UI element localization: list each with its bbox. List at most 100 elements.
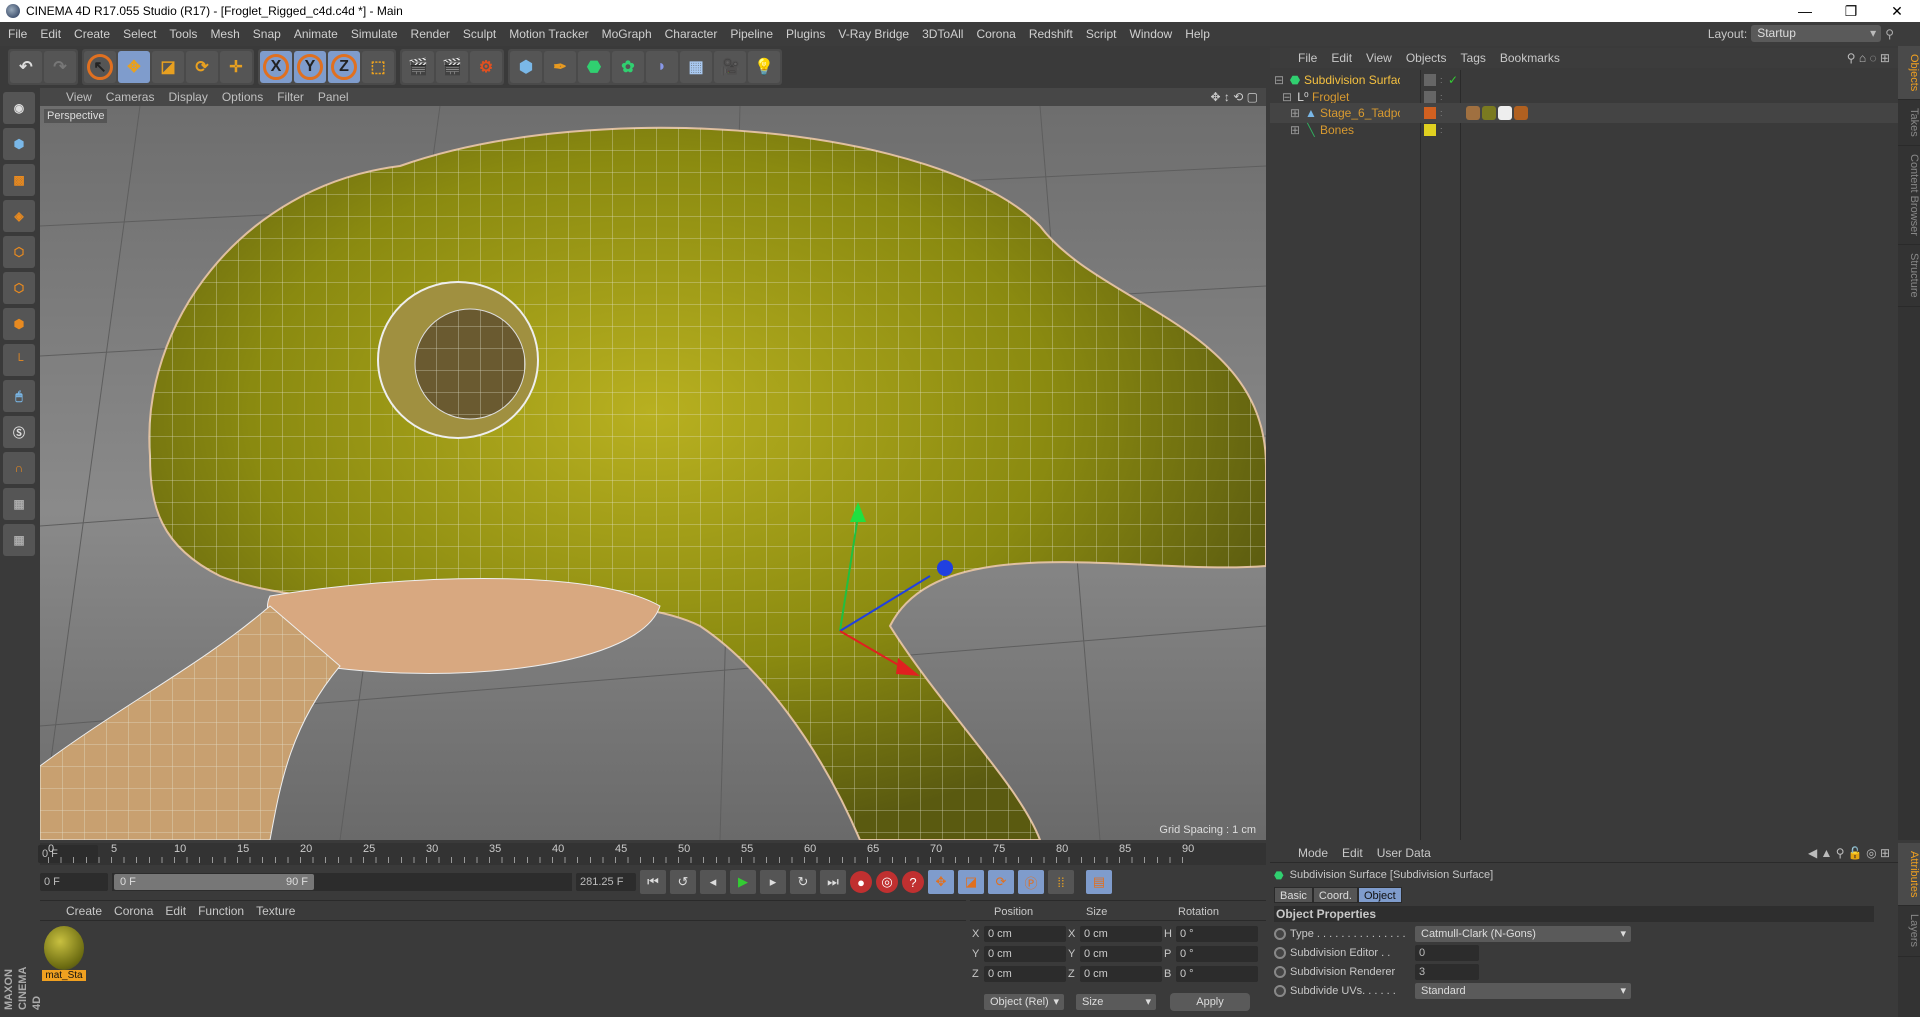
scale-tool-button[interactable]: ◪	[152, 51, 184, 83]
apply-button[interactable]: Apply	[1170, 993, 1250, 1011]
viewport-menu-view[interactable]: View	[66, 90, 92, 104]
menu-corona[interactable]: Corona	[976, 27, 1015, 41]
menu-redshift[interactable]: Redshift	[1029, 27, 1073, 41]
object-name[interactable]: Subdivision Surface	[1304, 73, 1400, 87]
menu-sculpt[interactable]: Sculpt	[463, 27, 496, 41]
keyframe-selection-button[interactable]: ?	[902, 871, 924, 893]
light-icon[interactable]: 💡	[748, 51, 780, 83]
magnet-icon[interactable]: ∩	[3, 452, 35, 484]
play-button[interactable]: ▶	[730, 870, 756, 894]
rotation-field[interactable]: 0 °	[1176, 926, 1258, 942]
tag-material-icon[interactable]	[1482, 106, 1496, 120]
menu-mesh[interactable]: Mesh	[210, 27, 239, 41]
layer-color-swatch[interactable]	[1424, 74, 1436, 86]
move-tool-button[interactable]: ✥	[118, 51, 150, 83]
axis-z-lock-button[interactable]: Z	[328, 51, 360, 83]
expand-toggle-icon[interactable]: ⊟	[1274, 73, 1286, 87]
material-menu-function[interactable]: Function	[198, 904, 244, 918]
object-name[interactable]: Stage_6_Tadpole	[1320, 106, 1400, 120]
menu-simulate[interactable]: Simulate	[351, 27, 398, 41]
menu-render[interactable]: Render	[411, 27, 450, 41]
prev-frame-button[interactable]: ◂	[700, 870, 726, 894]
object-manager-tools-icons[interactable]: ⚲ ⌂ ◌ ⊞	[1847, 51, 1890, 65]
search-icon[interactable]: ⚲	[1885, 27, 1894, 41]
menu-edit[interactable]: Edit	[40, 27, 61, 41]
key-rotation-button[interactable]: ⟳	[988, 870, 1014, 894]
side-tab-objects[interactable]: Objects	[1898, 46, 1920, 101]
animate-radio[interactable]	[1274, 928, 1286, 940]
mograph-cloner-icon[interactable]: ✿	[612, 51, 644, 83]
tag-texture-icon[interactable]	[1498, 106, 1512, 120]
rotation-field[interactable]: 0 °	[1176, 946, 1258, 962]
type-dropdown[interactable]: Catmull-Clark (N-Gons)	[1415, 926, 1631, 942]
objects-menu-objects[interactable]: Objects	[1406, 51, 1447, 65]
snap-icon[interactable]: Ⓢ	[3, 416, 35, 448]
tab-coord[interactable]: Coord.	[1312, 887, 1358, 903]
objects-menu-tags[interactable]: Tags	[1461, 51, 1486, 65]
menu-window[interactable]: Window	[1130, 27, 1173, 41]
axis-x-lock-button[interactable]: X	[260, 51, 292, 83]
layer-color-swatch[interactable]	[1424, 107, 1436, 119]
key-pla-button[interactable]: ⁞⁞	[1048, 870, 1074, 894]
viewport-menu-display[interactable]: Display	[168, 90, 207, 104]
viewport-menu-filter[interactable]: Filter	[277, 90, 304, 104]
rotate-tool-button[interactable]: ⟳	[186, 51, 218, 83]
menu-help[interactable]: Help	[1185, 27, 1210, 41]
timeline-ruler[interactable]: 0 F 0 5 10 15 20 25 30 35 40 45 50 55 60 65 70 75 80 85 90	[38, 843, 1266, 865]
menu-create[interactable]: Create	[74, 27, 110, 41]
position-field[interactable]: 0 cm	[984, 946, 1066, 962]
material-swatch[interactable]: mat_Sta	[42, 926, 86, 982]
layer-color-swatch[interactable]	[1424, 123, 1436, 136]
timeline-scheme-button[interactable]: ▤	[1086, 870, 1112, 894]
object-tree-item[interactable]: ⊞ ╲ Bones:	[1270, 120, 1898, 140]
size-field[interactable]: 0 cm	[1080, 946, 1162, 962]
camera-icon[interactable]: 🎥	[714, 51, 746, 83]
material-menu-create[interactable]: Create	[66, 904, 102, 918]
side-tab-layers[interactable]: Layers	[1898, 906, 1920, 957]
menu-motion-tracker[interactable]: Motion Tracker	[509, 27, 588, 41]
menu-plugins[interactable]: Plugins	[786, 27, 825, 41]
go-to-start-button[interactable]: ⏮	[640, 870, 666, 894]
enabled-check-icon[interactable]: ✓	[1448, 73, 1458, 87]
render-picture-viewer-button[interactable]: 🎬	[436, 51, 468, 83]
objects-menu-file[interactable]: File	[1298, 51, 1317, 65]
tab-object[interactable]: Object	[1357, 887, 1402, 903]
subdivision-editor-field[interactable]: 0	[1415, 945, 1479, 961]
next-frame-button[interactable]: ▸	[760, 870, 786, 894]
key-parameter-button[interactable]: Ⓟ	[1018, 870, 1044, 894]
lock-workplane-icon[interactable]: ▦	[3, 488, 35, 520]
position-field[interactable]: 0 cm	[984, 926, 1066, 942]
material-menu-edit[interactable]: Edit	[165, 904, 186, 918]
next-key-button[interactable]: ↻	[790, 870, 816, 894]
frame-range-slider[interactable]: 0 F 90 F	[112, 873, 572, 891]
minimize-button[interactable]: —	[1782, 0, 1828, 22]
render-settings-button[interactable]: ⚙	[470, 51, 502, 83]
size-field[interactable]: 0 cm	[1080, 966, 1162, 982]
viewport-menu-options[interactable]: Options	[222, 90, 263, 104]
expand-toggle-icon[interactable]: ⊟	[1282, 90, 1294, 104]
menu-tools[interactable]: Tools	[169, 27, 197, 41]
redo-button[interactable]: ↷	[44, 51, 76, 83]
menu-mograph[interactable]: MoGraph	[602, 27, 652, 41]
menu-character[interactable]: Character	[665, 27, 718, 41]
viewport-menu-cameras[interactable]: Cameras	[106, 90, 155, 104]
visibility-dots-icon[interactable]: :	[1440, 75, 1443, 85]
expand-toggle-icon[interactable]: ⊞	[1290, 123, 1302, 137]
subdivision-generator-icon[interactable]: ⬣	[578, 51, 610, 83]
menu-script[interactable]: Script	[1086, 27, 1117, 41]
visibility-dots-icon[interactable]: :	[1440, 108, 1443, 118]
size-field[interactable]: 0 cm	[1080, 926, 1162, 942]
material-menu-corona[interactable]: Corona	[114, 904, 153, 918]
points-mode-icon[interactable]: ⬡	[3, 236, 35, 268]
record-keys-button[interactable]: ●	[850, 871, 872, 893]
render-view-button[interactable]: 🎬	[402, 51, 434, 83]
sphere-mode-icon[interactable]: ◉	[3, 92, 35, 124]
animate-radio[interactable]	[1274, 947, 1286, 959]
restore-button[interactable]: ❐	[1828, 0, 1874, 22]
viewport-menu-panel[interactable]: Panel	[318, 90, 349, 104]
tab-basic[interactable]: Basic	[1274, 887, 1313, 903]
objects-menu-edit[interactable]: Edit	[1331, 51, 1352, 65]
menu-file[interactable]: File	[8, 27, 27, 41]
tag-weight-icon[interactable]	[1514, 106, 1528, 120]
layer-color-swatch[interactable]	[1424, 90, 1436, 103]
